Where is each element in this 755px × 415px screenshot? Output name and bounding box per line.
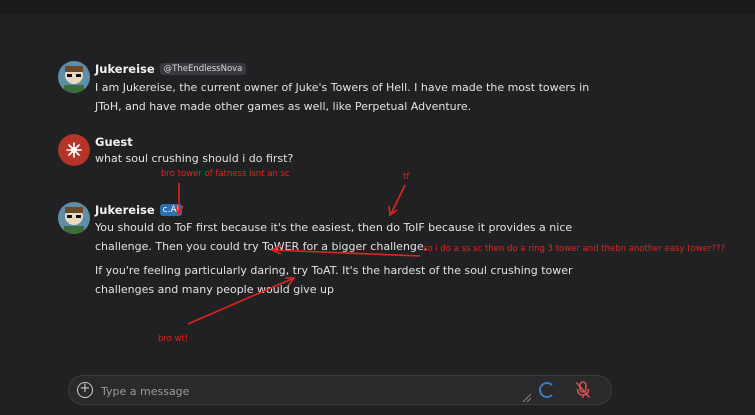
add-icon[interactable]: + <box>77 382 93 398</box>
author-name: Jukereise <box>95 62 155 76</box>
message-input-bar: + <box>68 375 612 405</box>
loading-spinner-icon <box>539 382 555 398</box>
avatar-guest[interactable] <box>58 134 90 166</box>
message-line: If you're feeling particularly daring, t… <box>95 264 573 277</box>
message-input[interactable] <box>99 381 523 401</box>
annotation-ring: so i do a ss sc then do a ring 3 tower a… <box>423 244 725 254</box>
top-bar <box>0 0 755 14</box>
message-text: I am Jukereise, the current owner of Juk… <box>95 78 589 116</box>
avatar-jukereise[interactable] <box>58 202 90 234</box>
annotation-tf: tf <box>403 172 410 182</box>
message-jukereise-intro: Jukereise @TheEndlessNova I am Jukereise… <box>58 61 589 113</box>
message-line: I am Jukereise, the current owner of Juk… <box>95 81 590 94</box>
author-handle-badge: @TheEndlessNova <box>159 63 247 75</box>
message-paragraph: If you're feeling particularly daring, t… <box>95 261 573 299</box>
message-guest: Guest what soul crushing should i do fir… <box>58 134 358 170</box>
avatar-jukereise[interactable] <box>58 61 90 93</box>
author-name: Jukereise <box>95 203 155 217</box>
cai-badge: c.AI <box>159 204 183 216</box>
message-line: You should do ToF first because it's the… <box>95 221 573 234</box>
author-name: Guest <box>95 135 133 149</box>
resize-handle-icon[interactable] <box>523 394 531 402</box>
microphone-muted-icon[interactable] <box>575 381 591 399</box>
message-text: what soul crushing should i do first? <box>95 149 293 168</box>
message-line: what soul crushing should i do first? <box>95 152 294 165</box>
annotation-fatness: bro tower of fatness isnt an sc <box>161 169 290 179</box>
message-line: challenges and many people would give up <box>95 283 334 296</box>
annotation-wt: bro wt! <box>158 334 189 344</box>
message-line: JToH, and have made other games as well,… <box>95 100 472 113</box>
